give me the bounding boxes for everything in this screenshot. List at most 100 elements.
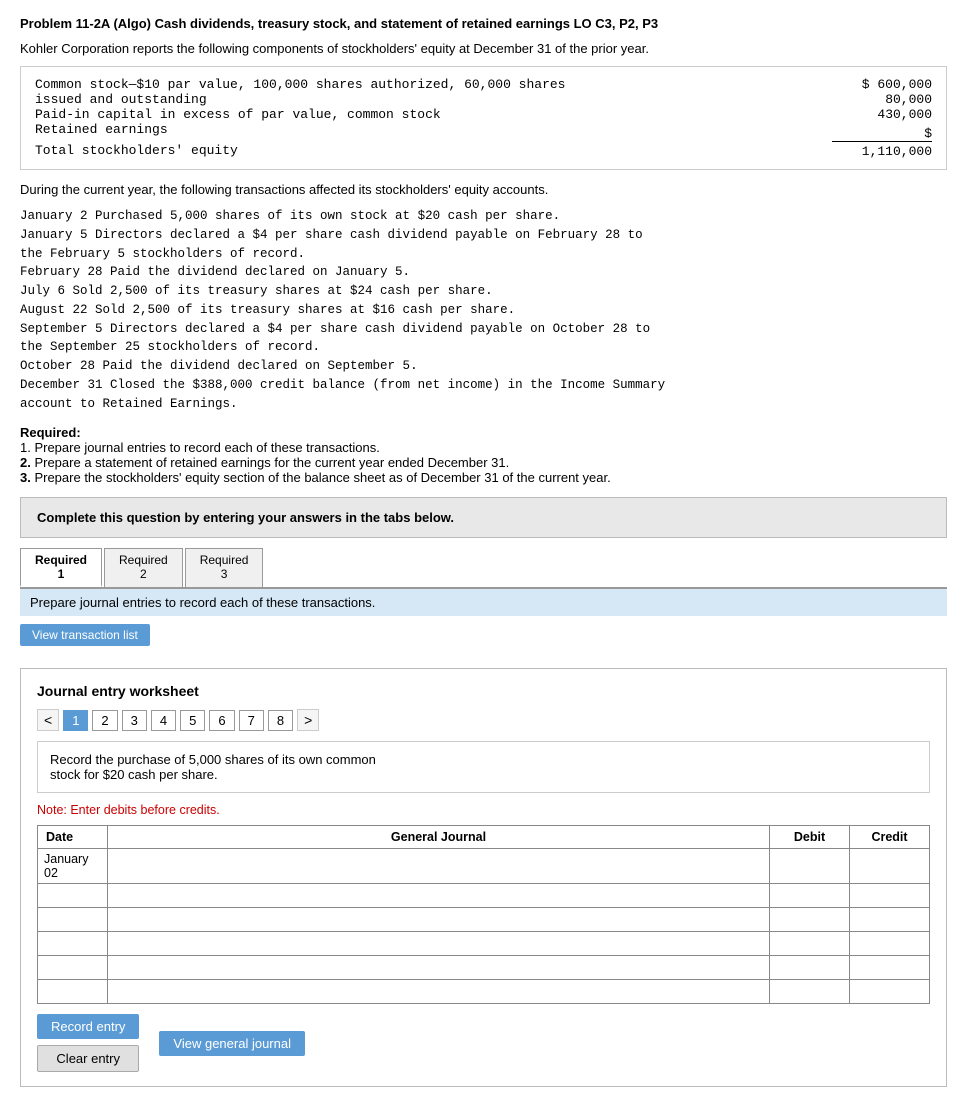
equity-total-label: Total stockholders' equity: [35, 143, 832, 158]
intro-text: Kohler Corporation reports the following…: [20, 41, 947, 56]
row3-journal-input[interactable]: [114, 913, 763, 927]
nav-num-4[interactable]: 4: [151, 710, 176, 731]
table-row: January02: [38, 849, 930, 884]
btn-group-left: Record entry Clear entry: [37, 1014, 139, 1072]
transactions-header: During the current year, the following t…: [20, 182, 947, 197]
row1-credit[interactable]: [850, 849, 930, 884]
header-debit: Debit: [770, 826, 850, 849]
trans-9: October 28 Paid the dividend declared on…: [20, 357, 947, 376]
equity-line-3: Paid-in capital in excess of par value, …: [35, 107, 832, 122]
equity-right: $ 600,000 80,000 430,000 $ 1,110,000: [832, 77, 932, 159]
required-1: 1. Prepare journal entries to record eac…: [20, 440, 947, 455]
row4-debit[interactable]: [770, 932, 850, 956]
row3-debit-input[interactable]: [776, 913, 843, 927]
tab-required-1[interactable]: Required1: [20, 548, 102, 587]
row5-debit-input[interactable]: [776, 961, 843, 975]
nav-next-button[interactable]: >: [297, 709, 319, 731]
problem-title: Problem 11-2A (Algo) Cash dividends, tre…: [20, 16, 947, 31]
tab-required-3[interactable]: Required3: [185, 548, 264, 587]
row4-journal[interactable]: [108, 932, 770, 956]
table-row: [38, 980, 930, 1004]
row5-journal-input[interactable]: [114, 961, 763, 975]
view-transaction-list-button[interactable]: View transaction list: [20, 624, 150, 646]
header-credit: Credit: [850, 826, 930, 849]
table-row: [38, 956, 930, 980]
nav-prev-button[interactable]: <: [37, 709, 59, 731]
row1-debit[interactable]: [770, 849, 850, 884]
trans-6: August 22 Sold 2,500 of its treasury sha…: [20, 301, 947, 320]
row3-credit-input[interactable]: [856, 913, 923, 927]
equity-box: Common stock—$10 par value, 100,000 shar…: [20, 66, 947, 170]
worksheet-title: Journal entry worksheet: [37, 683, 930, 699]
row2-debit[interactable]: [770, 884, 850, 908]
nav-num-7[interactable]: 7: [239, 710, 264, 731]
tab-required-2[interactable]: Required2: [104, 548, 183, 587]
row3-debit[interactable]: [770, 908, 850, 932]
equity-val-2: 80,000: [832, 92, 932, 107]
row6-debit-input[interactable]: [776, 985, 843, 999]
row1-journal[interactable]: [108, 849, 770, 884]
row4-journal-input[interactable]: [114, 937, 763, 951]
note-text: Note: Enter debits before credits.: [37, 803, 930, 817]
trans-11: account to Retained Earnings.: [20, 395, 947, 414]
row5-date: [38, 956, 108, 980]
required-2: 2. Prepare a statement of retained earni…: [20, 455, 947, 470]
row2-date: [38, 884, 108, 908]
row6-credit[interactable]: [850, 980, 930, 1004]
row1-debit-input[interactable]: [776, 859, 843, 873]
row4-debit-input[interactable]: [776, 937, 843, 951]
trans-7: September 5 Directors declared a $4 per …: [20, 320, 947, 339]
required-3: 3. Prepare the stockholders' equity sect…: [20, 470, 947, 485]
row6-journal-input[interactable]: [114, 985, 763, 999]
row5-journal[interactable]: [108, 956, 770, 980]
equity-total-value: 1,110,000: [832, 141, 932, 159]
clear-entry-button[interactable]: Clear entry: [37, 1045, 139, 1072]
row4-credit[interactable]: [850, 932, 930, 956]
row5-credit-input[interactable]: [856, 961, 923, 975]
nav-num-5[interactable]: 5: [180, 710, 205, 731]
row1-journal-input[interactable]: [114, 859, 763, 873]
equity-dollar-sign: $: [832, 126, 932, 141]
nav-num-2[interactable]: 2: [92, 710, 117, 731]
row5-debit[interactable]: [770, 956, 850, 980]
nav-num-6[interactable]: 6: [209, 710, 234, 731]
transactions-block: January 2 Purchased 5,000 shares of its …: [20, 207, 947, 413]
record-entry-button[interactable]: Record entry: [37, 1014, 139, 1039]
tab-content-label: Prepare journal entries to record each o…: [20, 589, 947, 616]
tabs-row: Required1 Required2 Required3: [20, 548, 947, 589]
equity-line-1: Common stock—$10 par value, 100,000 shar…: [35, 77, 832, 92]
nav-num-3[interactable]: 3: [122, 710, 147, 731]
equity-val-1: $ 600,000: [832, 77, 932, 92]
row6-debit[interactable]: [770, 980, 850, 1004]
table-row: [38, 908, 930, 932]
row5-credit[interactable]: [850, 956, 930, 980]
row3-credit[interactable]: [850, 908, 930, 932]
row3-journal[interactable]: [108, 908, 770, 932]
row6-journal[interactable]: [108, 980, 770, 1004]
row2-journal[interactable]: [108, 884, 770, 908]
nav-num-1[interactable]: 1: [63, 710, 88, 731]
equity-line-2: issued and outstanding: [35, 92, 832, 107]
worksheet-box: Journal entry worksheet < 1 2 3 4 5 6 7 …: [20, 668, 947, 1087]
row2-journal-input[interactable]: [114, 889, 763, 903]
row2-credit-input[interactable]: [856, 889, 923, 903]
row2-debit-input[interactable]: [776, 889, 843, 903]
row6-credit-input[interactable]: [856, 985, 923, 999]
trans-2: January 5 Directors declared a $4 per sh…: [20, 226, 947, 245]
header-date: Date: [38, 826, 108, 849]
trans-1: January 2 Purchased 5,000 shares of its …: [20, 207, 947, 226]
row4-date: [38, 932, 108, 956]
transaction-desc: Record the purchase of 5,000 shares of i…: [37, 741, 930, 793]
journal-table: Date General Journal Debit Credit Januar…: [37, 825, 930, 1004]
row2-credit[interactable]: [850, 884, 930, 908]
view-general-journal-button[interactable]: View general journal: [159, 1031, 305, 1056]
table-row: [38, 884, 930, 908]
trans-3: the February 5 stockholders of record.: [20, 245, 947, 264]
transaction-desc-line1: Record the purchase of 5,000 shares of i…: [50, 752, 376, 767]
row1-credit-input[interactable]: [856, 859, 923, 873]
table-row: [38, 932, 930, 956]
trans-4: February 28 Paid the dividend declared o…: [20, 263, 947, 282]
nav-num-8[interactable]: 8: [268, 710, 293, 731]
required-section: Required: 1. Prepare journal entries to …: [20, 425, 947, 485]
row4-credit-input[interactable]: [856, 937, 923, 951]
